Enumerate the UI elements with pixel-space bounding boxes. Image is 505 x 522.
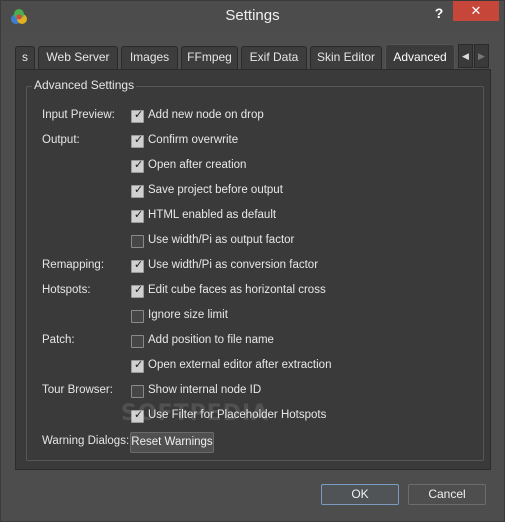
settings-window: Settings ? ✕ s Web Server Images FFmpeg …: [0, 0, 505, 522]
label-remapping: Remapping:: [42, 259, 105, 271]
tab-web-server[interactable]: Web Server: [38, 46, 118, 69]
checkmark-icon: ✓: [134, 109, 144, 121]
window-title: Settings: [225, 7, 280, 24]
label-input-preview: Input Preview:: [42, 109, 115, 121]
option-label: Use Filter for Placeholder Hotspots: [148, 409, 327, 421]
checkmark-icon: ✓: [134, 134, 144, 146]
option-label: Save project before output: [148, 184, 283, 196]
option-label: Edit cube faces as horizontal cross: [148, 284, 326, 296]
checkmark-icon: ✓: [134, 409, 144, 421]
checkmark-icon: ✓: [134, 209, 144, 221]
label-tour-browser: Tour Browser:: [42, 384, 113, 396]
option-label: Add new node on drop: [148, 109, 264, 121]
label-hotspots: Hotspots:: [42, 284, 91, 296]
option-label: Open after creation: [148, 159, 247, 171]
cancel-button[interactable]: Cancel: [408, 484, 486, 505]
option-label: Ignore size limit: [148, 309, 228, 321]
tab-ffmpeg[interactable]: FFmpeg: [181, 46, 238, 69]
tab-partial[interactable]: s: [15, 46, 35, 69]
tab-exif-data[interactable]: Exif Data: [241, 46, 307, 69]
option-label: Confirm overwrite: [148, 134, 239, 146]
tab-skin-editor[interactable]: Skin Editor: [310, 46, 382, 69]
checkbox-checked[interactable]: ✓: [131, 184, 144, 198]
tab-scroll-left-icon[interactable]: ◀: [458, 44, 473, 68]
label-patch: Patch:: [42, 334, 75, 346]
checkbox-unchecked[interactable]: [131, 335, 144, 348]
tab-advanced[interactable]: Advanced: [385, 44, 455, 70]
label-output: Output:: [42, 134, 80, 146]
reset-warnings-button[interactable]: Reset Warnings: [130, 432, 214, 453]
checkbox-unchecked[interactable]: [131, 385, 144, 398]
option-label: Open external editor after extraction: [148, 359, 332, 371]
tab-bar: s Web Server Images FFmpeg Exif Data Ski…: [15, 44, 491, 70]
checkbox-checked[interactable]: ✓: [131, 159, 144, 173]
option-label: Add position to file name: [148, 334, 274, 346]
title-bar[interactable]: Settings ? ✕: [1, 1, 504, 32]
advanced-settings-group: [26, 86, 484, 461]
checkbox-checked[interactable]: ✓: [131, 109, 144, 123]
checkbox-checked[interactable]: ✓: [131, 134, 144, 148]
option-label: Show internal node ID: [148, 384, 262, 396]
checkbox-unchecked[interactable]: [131, 235, 144, 248]
checkmark-icon: ✓: [134, 359, 144, 371]
option-label: Use width/Pi as conversion factor: [148, 259, 319, 271]
option-label: Use width/Pi as output factor: [148, 234, 295, 246]
checkmark-icon: ✓: [134, 184, 144, 196]
help-button[interactable]: ?: [430, 4, 448, 24]
option-label: HTML enabled as default: [148, 209, 277, 221]
group-title: Advanced Settings: [32, 78, 137, 92]
checkbox-checked[interactable]: ✓: [131, 359, 144, 373]
label-warning-dialogs: Warning Dialogs:: [42, 435, 130, 447]
tab-scroll-right-icon[interactable]: ▶: [474, 44, 489, 68]
checkbox-checked[interactable]: ✓: [131, 284, 144, 298]
checkbox-unchecked[interactable]: [131, 310, 144, 323]
checkbox-checked[interactable]: ✓: [131, 209, 144, 223]
tab-images[interactable]: Images: [121, 46, 178, 69]
checkmark-icon: ✓: [134, 159, 144, 171]
checkmark-icon: ✓: [134, 259, 144, 271]
close-button[interactable]: ✕: [453, 1, 499, 21]
checkbox-checked[interactable]: ✓: [131, 259, 144, 273]
checkmark-icon: ✓: [134, 284, 144, 296]
checkbox-checked[interactable]: ✓: [131, 409, 144, 423]
ok-button[interactable]: OK: [321, 484, 399, 505]
